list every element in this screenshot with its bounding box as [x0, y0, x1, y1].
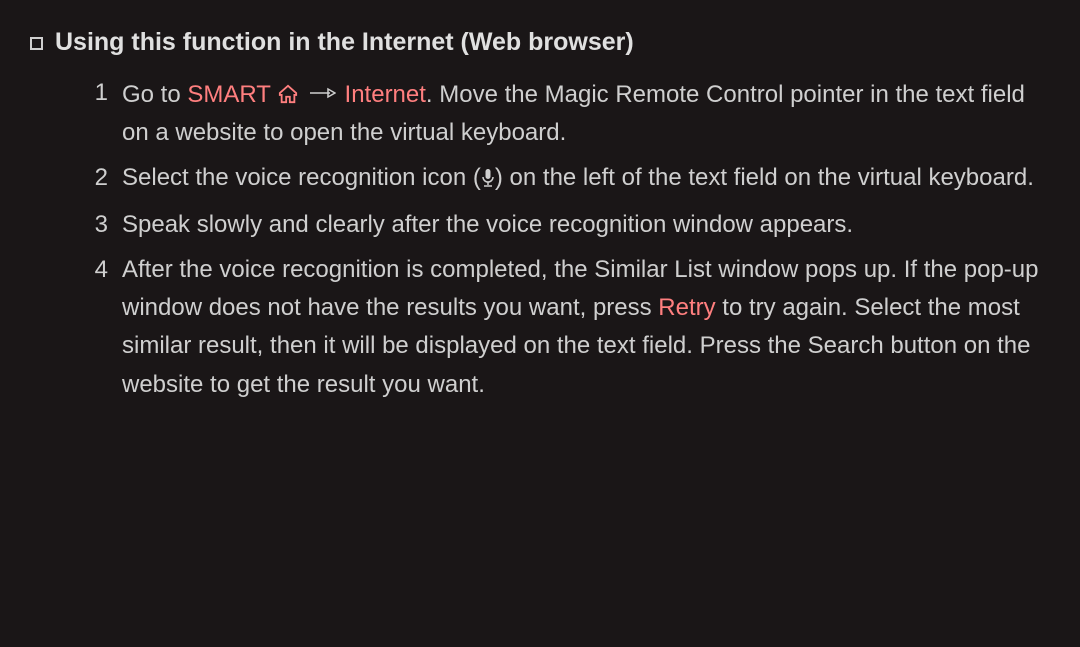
step-number: 3: [90, 206, 122, 244]
microphone-icon: [481, 162, 495, 200]
instruction-list: 1 Go to SMART Internet. Move the Magic R…: [30, 74, 1050, 404]
step-body: Go to SMART Internet. Move the Magic Rem…: [122, 74, 1050, 153]
bullet-square-icon: [30, 37, 43, 50]
step-number: 4: [90, 251, 122, 405]
step-body: After the voice recognition is completed…: [122, 251, 1050, 405]
retry-label: Retry: [658, 294, 715, 321]
list-item: 2 Select the voice recognition icon ( ) o…: [90, 159, 1050, 200]
step-body: Select the voice recognition icon ( ) on …: [122, 159, 1050, 200]
smart-label: SMART: [187, 81, 270, 108]
section-heading: Using this function in the Internet (Web…: [30, 22, 1050, 62]
heading-text: Using this function in the Internet (Web…: [55, 22, 634, 62]
step-number: 2: [90, 159, 122, 200]
list-item: 4 After the voice recognition is complet…: [90, 251, 1050, 405]
step-number: 1: [90, 74, 122, 153]
step-body: Speak slowly and clearly after the voice…: [122, 206, 1050, 244]
internet-label: Internet: [345, 81, 426, 108]
step-text: Speak slowly and clearly after the voice…: [122, 211, 853, 238]
list-item: 3 Speak slowly and clearly after the voi…: [90, 206, 1050, 244]
step-text: Go to: [122, 81, 187, 108]
home-icon: [277, 84, 299, 104]
arrow-right-icon: [308, 74, 336, 112]
list-item: 1 Go to SMART Internet. Move the Magic R…: [90, 74, 1050, 153]
step-text: ) on the left of the text field on the v…: [495, 164, 1034, 191]
step-text: Select the voice recognition icon (: [122, 164, 481, 191]
